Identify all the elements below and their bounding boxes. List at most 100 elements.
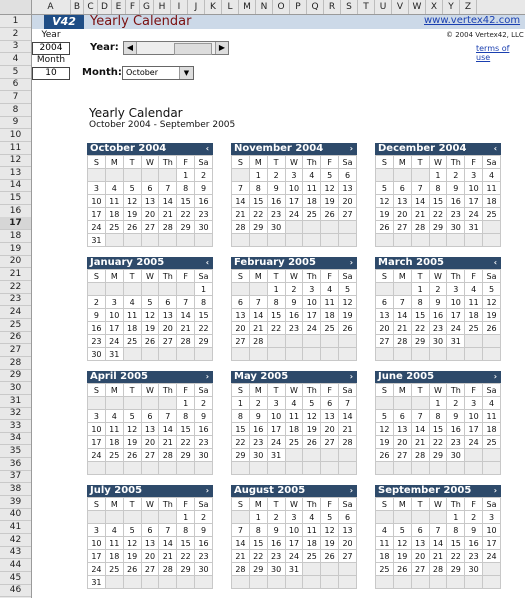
month-nav-icon[interactable]: ‹ — [494, 257, 497, 269]
row-header-38[interactable]: 38 — [0, 483, 31, 497]
day-cell[interactable]: 9 — [446, 181, 466, 195]
row-header-43[interactable]: 43 — [0, 546, 31, 560]
day-cell[interactable] — [464, 334, 484, 348]
row-header-6[interactable]: 6 — [0, 78, 31, 92]
day-cell[interactable] — [158, 282, 178, 296]
day-cell[interactable]: 19 — [140, 321, 160, 335]
day-cell[interactable]: 31 — [446, 334, 466, 348]
day-cell[interactable]: 22 — [428, 435, 448, 449]
day-cell[interactable]: 30 — [248, 448, 268, 462]
row-header-33[interactable]: 33 — [0, 420, 31, 433]
day-cell[interactable] — [140, 282, 160, 296]
day-cell[interactable] — [320, 575, 340, 589]
day-cell[interactable] — [104, 233, 124, 247]
day-cell[interactable]: 6 — [158, 295, 178, 309]
day-cell[interactable]: 14 — [248, 308, 268, 322]
day-cell[interactable]: 10 — [284, 523, 304, 537]
day-cell[interactable]: 3 — [87, 523, 106, 537]
day-cell[interactable]: 12 — [140, 308, 160, 322]
day-cell[interactable]: 1 — [176, 510, 196, 524]
day-cell[interactable]: 12 — [320, 181, 340, 195]
day-cell[interactable]: 8 — [410, 295, 430, 309]
day-cell[interactable] — [482, 220, 501, 234]
column-header-h[interactable]: H — [154, 0, 171, 14]
day-cell[interactable] — [392, 461, 412, 475]
month-select[interactable]: October ▼ — [122, 66, 194, 80]
day-cell[interactable]: 20 — [231, 321, 250, 335]
day-cell[interactable]: 18 — [320, 308, 340, 322]
month-nav-icon[interactable]: › — [494, 485, 497, 497]
day-cell[interactable]: 6 — [392, 409, 412, 423]
vertex42-logo[interactable]: V42 — [44, 15, 84, 29]
day-cell[interactable]: 12 — [122, 194, 142, 208]
day-cell[interactable]: 30 — [446, 448, 466, 462]
day-cell[interactable] — [428, 510, 448, 524]
day-cell[interactable] — [464, 448, 484, 462]
day-cell[interactable]: 7 — [338, 396, 357, 410]
day-cell[interactable]: 22 — [266, 321, 286, 335]
day-cell[interactable]: 31 — [104, 347, 124, 361]
month-nav-icon[interactable]: › — [206, 371, 209, 383]
day-cell[interactable]: 6 — [231, 295, 250, 309]
day-cell[interactable]: 25 — [104, 220, 124, 234]
day-cell[interactable]: 16 — [446, 422, 466, 436]
day-cell[interactable]: 21 — [176, 321, 196, 335]
day-cell[interactable]: 2 — [87, 295, 106, 309]
day-cell[interactable]: 11 — [122, 308, 142, 322]
day-cell[interactable]: 24 — [284, 549, 304, 563]
day-cell[interactable]: 4 — [284, 396, 304, 410]
day-cell[interactable]: 24 — [464, 207, 484, 221]
day-cell[interactable]: 7 — [410, 409, 430, 423]
day-cell[interactable]: 4 — [104, 409, 124, 423]
day-cell[interactable]: 20 — [338, 194, 357, 208]
day-cell[interactable]: 13 — [410, 536, 430, 550]
day-cell[interactable] — [87, 510, 106, 524]
day-cell[interactable]: 30 — [87, 347, 106, 361]
day-cell[interactable] — [464, 233, 484, 247]
day-cell[interactable]: 24 — [87, 448, 106, 462]
day-cell[interactable]: 14 — [158, 194, 178, 208]
day-cell[interactable]: 25 — [375, 562, 394, 576]
day-cell[interactable]: 22 — [248, 207, 268, 221]
day-cell[interactable]: 29 — [176, 448, 196, 462]
column-header-f[interactable]: F — [126, 0, 140, 14]
day-cell[interactable]: 15 — [248, 194, 268, 208]
day-cell[interactable] — [231, 233, 250, 247]
day-cell[interactable]: 10 — [87, 422, 106, 436]
day-cell[interactable]: 15 — [231, 422, 250, 436]
column-header-t[interactable]: T — [358, 0, 375, 14]
day-cell[interactable] — [158, 461, 178, 475]
day-cell[interactable] — [302, 334, 322, 348]
day-cell[interactable]: 10 — [87, 194, 106, 208]
day-cell[interactable]: 8 — [176, 181, 196, 195]
day-cell[interactable]: 17 — [87, 207, 106, 221]
day-cell[interactable] — [375, 461, 394, 475]
day-cell[interactable]: 8 — [231, 409, 250, 423]
day-cell[interactable]: 28 — [231, 220, 250, 234]
day-cell[interactable] — [140, 575, 160, 589]
row-header-21[interactable]: 21 — [0, 268, 31, 281]
day-cell[interactable] — [140, 168, 160, 182]
day-cell[interactable]: 16 — [284, 308, 304, 322]
day-cell[interactable]: 21 — [231, 207, 250, 221]
day-cell[interactable]: 21 — [410, 435, 430, 449]
day-cell[interactable] — [320, 562, 340, 576]
day-cell[interactable]: 13 — [158, 308, 178, 322]
row-header-10[interactable]: 10 — [0, 129, 31, 142]
day-cell[interactable] — [231, 461, 250, 475]
day-cell[interactable]: 24 — [302, 321, 322, 335]
day-cell[interactable]: 5 — [375, 409, 394, 423]
dropdown-arrow-icon[interactable]: ▼ — [179, 67, 193, 79]
day-cell[interactable]: 27 — [410, 562, 430, 576]
day-cell[interactable]: 23 — [284, 321, 304, 335]
day-cell[interactable]: 26 — [375, 220, 394, 234]
day-cell[interactable]: 21 — [231, 549, 250, 563]
day-cell[interactable]: 23 — [428, 321, 448, 335]
column-header-s[interactable]: S — [341, 0, 358, 14]
day-cell[interactable]: 14 — [392, 308, 412, 322]
column-header-m[interactable]: M — [239, 0, 256, 14]
day-cell[interactable] — [266, 233, 286, 247]
day-cell[interactable] — [284, 448, 304, 462]
day-cell[interactable]: 25 — [302, 207, 322, 221]
day-cell[interactable]: 26 — [375, 448, 394, 462]
